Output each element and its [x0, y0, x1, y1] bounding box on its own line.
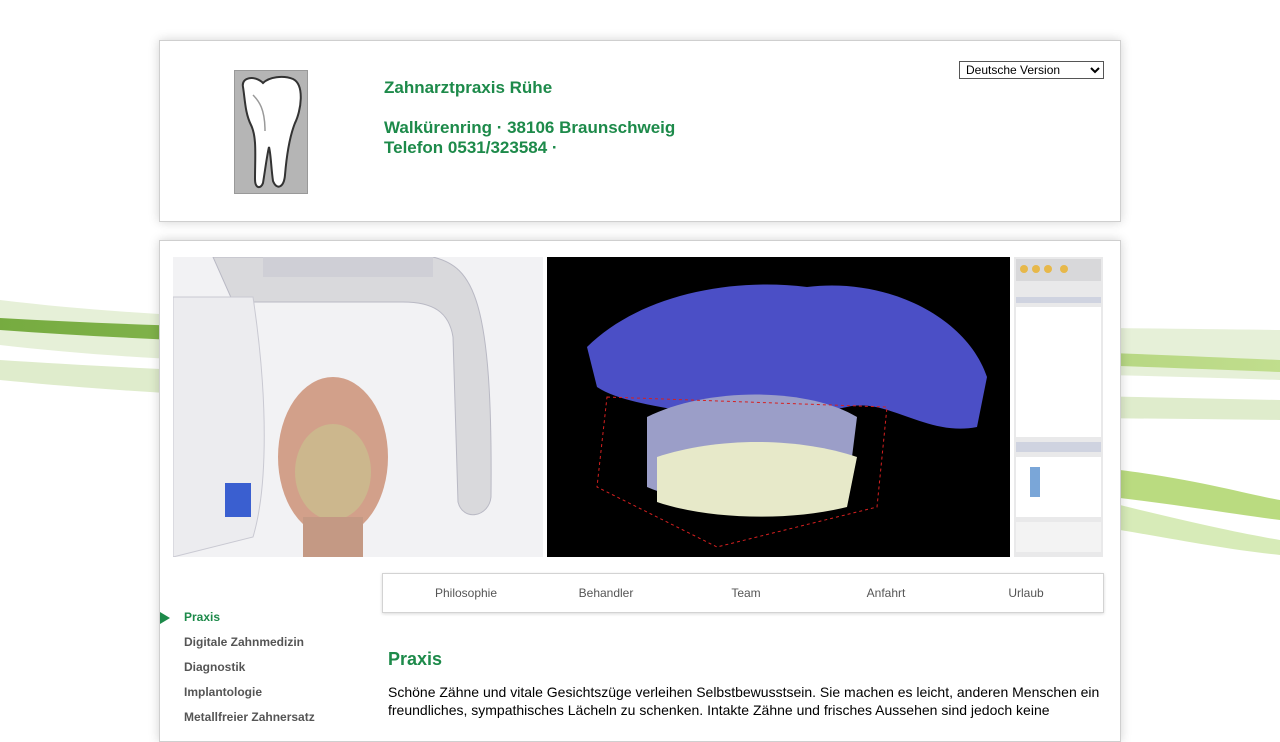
xray-machine-image	[173, 257, 543, 557]
sub-nav-philosophie[interactable]: Philosophie	[396, 574, 536, 612]
sub-nav-behandler[interactable]: Behandler	[536, 574, 676, 612]
3d-jaw-scan-image	[547, 257, 1010, 557]
main-panel: Philosophie Behandler Team Anfahrt Urlau…	[159, 240, 1121, 742]
practice-phone: Telefon 0531/323584 ·	[384, 138, 558, 157]
side-nav-label: Diagnostik	[184, 660, 246, 674]
side-nav-digitale-zahnmedizin[interactable]: Digitale Zahnmedizin	[160, 630, 360, 655]
software-panel-image	[1014, 257, 1103, 557]
tooth-logo	[234, 70, 308, 194]
sub-nav-urlaub[interactable]: Urlaub	[956, 574, 1096, 612]
side-nav-label: Implantologie	[184, 685, 262, 699]
side-nav-label: Praxis	[184, 610, 221, 624]
side-nav-label: Digitale Zahnmedizin	[184, 635, 305, 649]
side-nav-metallfreier-zahnersatz[interactable]: Metallfreier Zahnersatz	[160, 705, 360, 730]
side-navigation: Praxis Digitale Zahnmedizin Diagnostik I…	[160, 605, 360, 730]
side-nav-implantologie[interactable]: Implantologie	[160, 680, 360, 705]
side-nav-diagnostik[interactable]: Diagnostik	[160, 655, 360, 680]
active-arrow-icon	[160, 612, 170, 624]
sub-nav-team[interactable]: Team	[676, 574, 816, 612]
side-nav-praxis[interactable]: Praxis	[160, 605, 360, 630]
sub-nav-anfahrt[interactable]: Anfahrt	[816, 574, 956, 612]
side-nav-label: Metallfreier Zahnersatz	[184, 710, 315, 724]
practice-address: Walkürenring · 38106 Braunschweig	[384, 118, 676, 137]
language-select[interactable]: Deutsche Version	[959, 61, 1104, 79]
content-text: Schöne Zähne und vitale Gesichtszüge ver…	[388, 684, 1100, 718]
practice-info: Zahnarztpraxis Rühe Walkürenring · 38106…	[384, 78, 675, 158]
header-panel: Zahnarztpraxis Rühe Walkürenring · 38106…	[159, 40, 1121, 222]
sub-navigation: Philosophie Behandler Team Anfahrt Urlau…	[382, 573, 1104, 613]
content-title: Praxis	[388, 649, 443, 669]
practice-name: Zahnarztpraxis Rühe	[384, 78, 553, 97]
